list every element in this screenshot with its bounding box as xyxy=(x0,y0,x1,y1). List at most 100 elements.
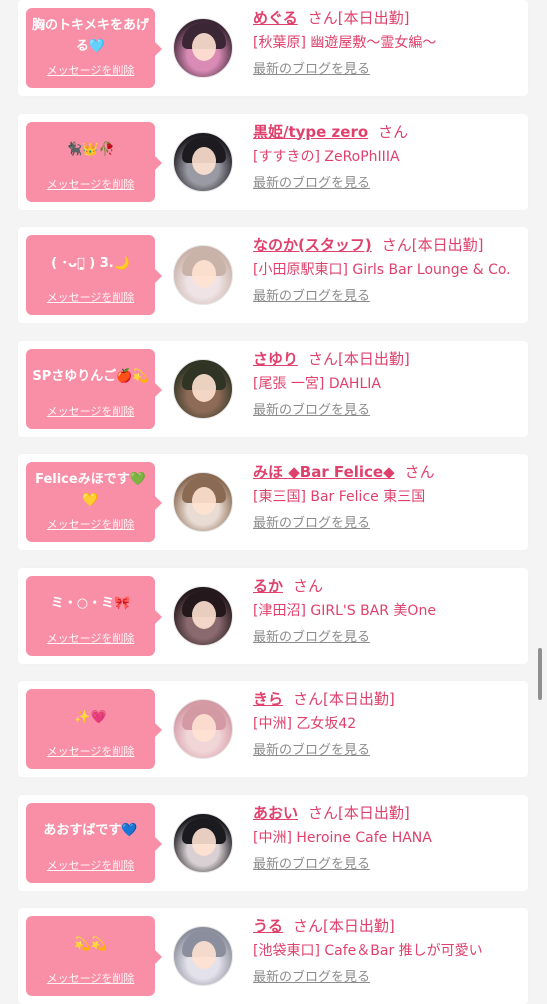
work-status-label: [本日出勤] xyxy=(338,349,410,368)
shop-label: [中洲] Heroine Cafe HANA xyxy=(253,829,432,846)
honorific-label: さん xyxy=(404,463,435,481)
shop-label: [尾張 一宮] DAHLIA xyxy=(253,375,381,392)
avatar-photo-icon[interactable] xyxy=(173,699,233,759)
latest-blog-link[interactable]: 最新のブログを見る xyxy=(253,174,370,194)
profile-name-link[interactable]: きら xyxy=(253,690,283,708)
profile-info: さゆり さん[本日出勤] [尾張 一宮] DAHLIA 最新のブログを見る xyxy=(253,347,525,421)
latest-blog-link[interactable]: 最新のブログを見る xyxy=(253,60,370,80)
scrollbar[interactable] xyxy=(538,648,542,700)
message-bubble: Feliceみほです💚💛 メッセージを削除 xyxy=(26,462,162,542)
avatar-photo-icon[interactable] xyxy=(173,472,233,532)
name-row: なのか(スタッフ) さん[本日出勤] xyxy=(253,233,525,257)
message-card: 🐈‍⬛👑🥀 メッセージを削除 黒姫/type zero さん [すすきの] ZeRoPh… xyxy=(18,113,528,210)
avatar-face-shape xyxy=(192,714,216,742)
message-card: あおすばです💙 メッセージを削除 あおい さん[本日出勤] [中洲] Heroine C… xyxy=(18,794,528,891)
delete-message-link[interactable]: メッセージを削除 xyxy=(32,62,149,78)
shop-label: [池袋東口] Cafe＆Bar 推しが可愛い xyxy=(253,943,483,959)
message-card: ミ・○・ミ🎀 メッセージを削除 るか さん [津田沼] GIRL'S BAR 美One 最… xyxy=(18,567,528,664)
avatar-photo-icon[interactable] xyxy=(173,18,233,78)
message-text: Feliceみほです💚💛 xyxy=(35,472,146,508)
profile-info: 黒姫/type zero さん [すすきの] ZeRoPhIIIA 最新のブログを見る xyxy=(253,120,525,194)
shop-label: [津田沼] GIRL'S BAR 美One xyxy=(253,602,436,619)
honorific-label: さん xyxy=(308,349,339,368)
message-text: 💫💫 xyxy=(74,936,107,952)
message-text: 🐈‍⬛👑🥀 xyxy=(66,142,115,157)
message-bubble: 🐈‍⬛👑🥀 メッセージを削除 xyxy=(26,121,162,202)
profile-name-link[interactable]: 黒姫/type zero xyxy=(253,123,368,141)
name-row: るか さん xyxy=(253,574,525,598)
honorific-label: さん xyxy=(293,690,324,708)
shop-label: [秋葉原] 幽遊屋敷〜霊女編〜 xyxy=(253,35,437,51)
avatar-photo-icon[interactable] xyxy=(173,812,233,873)
message-bubble: 💫💫 メッセージを削除 xyxy=(26,916,162,996)
profile-info: みほ ◆Bar Felice◆ さん [東三国] Bar Felice 東三国最新の… xyxy=(253,460,525,534)
work-status-label: [本日出勤] xyxy=(337,9,410,27)
avatar-photo-icon[interactable] xyxy=(173,358,233,419)
message-card: SPさゆりんご🍎💫 メッセージを削除 さゆり さん[本日出勤] [尾張 一宮] DAHL… xyxy=(18,340,528,437)
profile-name-link[interactable]: めぐる xyxy=(253,9,298,27)
delete-message-link[interactable]: メッセージを削除 xyxy=(32,176,149,192)
honorific-label: さん xyxy=(307,9,338,27)
delete-message-link[interactable]: メッセージを削除 xyxy=(32,630,149,646)
message-text: 胸のトキメキをあげる🩵 xyxy=(32,18,150,54)
name-row: みほ ◆Bar Felice◆ さん xyxy=(253,460,525,484)
delete-message-link[interactable]: メッセージを削除 xyxy=(32,970,149,986)
profile-name-link[interactable]: さゆり xyxy=(253,350,298,368)
honorific-label: さん xyxy=(381,236,412,254)
message-card: 💫💫 メッセージを削除 うる さん[本日出勤] [池袋東口] Cafe＆Bar 推しが可… xyxy=(18,908,528,1004)
avatar-photo-icon[interactable] xyxy=(173,245,233,305)
latest-blog-link[interactable]: 最新のブログを見る xyxy=(253,514,370,534)
avatar-face-shape xyxy=(192,146,216,175)
latest-blog-link[interactable]: 最新のブログを見る xyxy=(253,741,370,761)
name-row: あおい さん[本日出勤] xyxy=(253,801,525,825)
work-status-label: [本日出勤] xyxy=(411,236,484,254)
message-card: ✨💗 メッセージを削除 きら さん[本日出勤] [中洲] 乙女坂42 最新のブログを見る xyxy=(18,681,528,777)
shop-label: [東三国] Bar Felice 東三国 xyxy=(253,489,426,505)
delete-message-link[interactable]: メッセージを削除 xyxy=(32,403,149,419)
delete-message-link[interactable]: メッセージを削除 xyxy=(32,857,149,873)
message-text: ( ･ᴗ･̥̥̥ ) 3.🌙 xyxy=(51,255,130,271)
work-status-label: [本日出勤] xyxy=(323,917,395,935)
profile-name-link[interactable]: なのか(スタッフ) xyxy=(253,236,372,254)
avatar-photo-icon[interactable] xyxy=(173,585,233,646)
avatar-face-shape xyxy=(192,33,216,61)
profile-name-link[interactable]: うる xyxy=(253,917,283,935)
delete-message-link[interactable]: メッセージを削除 xyxy=(32,743,149,759)
honorific-label: さん xyxy=(378,122,409,141)
shop-label: [中洲] 乙女坂42 xyxy=(253,716,357,732)
shop-label: [小田原駅東口] Girls Bar Lounge & Co. xyxy=(253,262,511,278)
honorific-label: さん xyxy=(293,576,324,595)
avatar-photo-icon[interactable] xyxy=(173,926,233,986)
latest-blog-link[interactable]: 最新のブログを見る xyxy=(253,628,370,648)
profile-name-link[interactable]: みほ ◆Bar Felice◆ xyxy=(253,463,395,481)
avatar-face-shape xyxy=(192,600,216,629)
message-card: Feliceみほです💚💛 メッセージを削除 みほ ◆Bar Felice◆ さん [東三… xyxy=(18,454,528,550)
profile-name-link[interactable]: るか xyxy=(253,577,283,595)
message-text: ✨💗 xyxy=(74,709,107,725)
latest-blog-link[interactable]: 最新のブログを見る xyxy=(253,401,370,421)
avatar-face-shape xyxy=(192,827,216,856)
latest-blog-link[interactable]: 最新のブログを見る xyxy=(253,855,370,875)
avatar-photo-icon[interactable] xyxy=(173,131,233,192)
honorific-label: さん xyxy=(293,917,324,935)
work-status-label: [本日出勤] xyxy=(338,803,410,822)
work-status-label: [本日出勤] xyxy=(323,690,395,708)
profile-info: なのか(スタッフ) さん[本日出勤] [小田原駅東口] Girls Bar Loun… xyxy=(253,233,525,307)
message-bubble: ミ・○・ミ🎀 メッセージを削除 xyxy=(26,575,162,656)
delete-message-link[interactable]: メッセージを削除 xyxy=(32,289,149,305)
profile-info: めぐる さん[本日出勤] [秋葉原] 幽遊屋敷〜霊女編〜最新のブログを見る xyxy=(253,6,525,80)
shop-label: [すすきの] ZeRoPhIIIA xyxy=(253,148,400,165)
delete-message-link[interactable]: メッセージを削除 xyxy=(32,516,149,532)
profile-info: るか さん [津田沼] GIRL'S BAR 美One 最新のブログを見る xyxy=(253,574,525,648)
message-text: SPさゆりんご🍎💫 xyxy=(32,369,149,384)
profile-info: あおい さん[本日出勤] [中洲] Heroine Cafe HANA 最新のブログを… xyxy=(253,801,525,875)
message-card: 胸のトキメキをあげる🩵 メッセージを削除 めぐる さん[本日出勤] [秋葉原] 幽遊屋敷… xyxy=(18,0,528,96)
name-row: 黒姫/type zero さん xyxy=(253,120,525,144)
latest-blog-link[interactable]: 最新のブログを見る xyxy=(253,287,370,307)
profile-name-link[interactable]: あおい xyxy=(253,804,298,822)
message-bubble: あおすばです💙 メッセージを削除 xyxy=(26,802,162,883)
latest-blog-link[interactable]: 最新のブログを見る xyxy=(253,968,370,988)
avatar-face-shape xyxy=(192,941,216,969)
avatar-face-shape xyxy=(192,487,216,515)
message-bubble: ✨💗 メッセージを削除 xyxy=(26,689,162,769)
